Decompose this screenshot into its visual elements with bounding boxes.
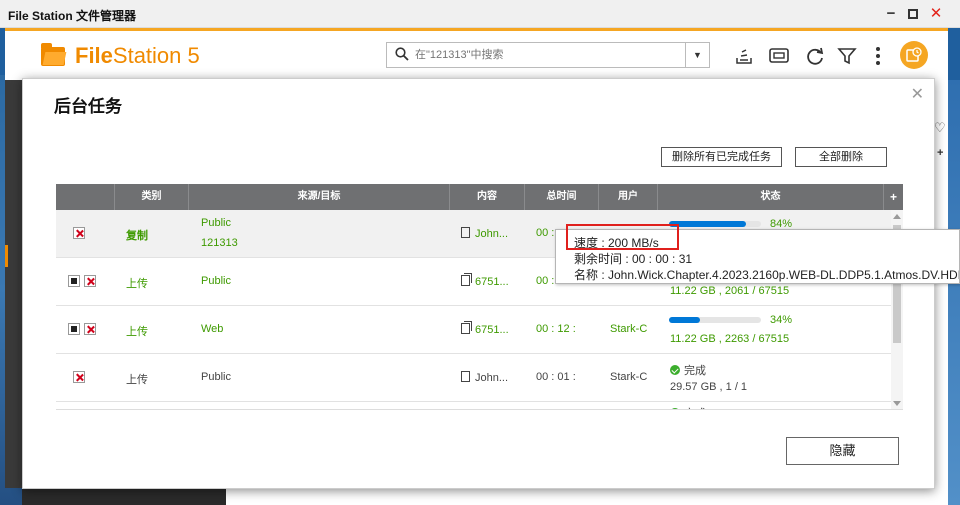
progress-bar [669,317,761,323]
files-icon [461,273,472,286]
task-time: 00 : [536,227,555,239]
tooltip-name: 名称 : John.Wick.Chapter.4.2023.2160p.WEB-… [574,268,959,282]
task-detail: 11.22 GB , 2263 / 67515 [670,333,790,345]
delete-completed-button[interactable]: 删除所有已完成任务 [661,147,782,167]
task-type: 上传 [126,326,148,338]
task-target: 121313 [201,237,238,249]
plus-icon: + [937,147,944,159]
task-content: John... [461,227,508,240]
window-title: File Station 文件管理器 [8,9,137,23]
maximize-button[interactable] [903,4,923,24]
user-avatar[interactable] [900,41,928,69]
check-circle-icon [670,408,680,409]
column-header-total-time[interactable]: 总时间 [525,184,599,210]
speed-highlight-box [566,224,679,250]
task-type: 上传 [126,374,148,386]
task-source: Web [201,323,224,335]
background-sidebar [22,488,226,505]
background-tasks-icon [906,47,922,62]
task-source: Public [201,275,231,287]
dialog-close-icon[interactable]: ✕ [911,84,924,104]
dialog-title: 后台任务 [54,97,122,116]
task-type: 上传 [126,278,148,290]
column-header-type[interactable]: 类别 [115,184,189,210]
minimize-button[interactable]: − [881,4,901,24]
check-circle-icon [670,365,680,375]
tasks-table: 类别 来源/目标 内容 总时间 用户 状态 + 复制 Public 121313… [56,184,903,410]
cancel-task-button[interactable] [73,371,85,383]
stop-task-button[interactable] [68,323,80,335]
table-row[interactable]: 上传 Web 6751... 00 : 12 : Stark-C 34% 11.… [56,306,891,354]
task-content: 6751... [461,273,509,288]
table-row[interactable]: 完成 [56,402,891,409]
folder-icon [41,42,65,66]
task-status: 完成 [670,405,706,409]
hide-button[interactable]: 隐藏 [786,437,899,465]
task-detail: 29.57 GB , 1 / 1 [670,381,748,393]
search-box[interactable]: ▼ [386,42,710,68]
window-titlebar: File Station 文件管理器 − ✕ [0,0,960,28]
heart-icon: ♡ [934,120,946,135]
background-right-strip [935,80,948,488]
search-input[interactable] [415,46,675,64]
task-source: Public [201,217,231,229]
search-icon [395,47,409,61]
column-header-user[interactable]: 用户 [599,184,658,210]
app-logo: FileStation 5 [41,42,200,70]
file-icon [461,227,470,238]
cancel-task-button[interactable] [73,227,85,239]
table-row[interactable]: 上传 Public John... 00 : 01 : Stark-C 完成 2… [56,354,891,402]
background-content [226,488,948,505]
desktop-background-right [948,80,960,505]
task-user: Stark-C [610,323,648,335]
column-settings-button[interactable]: + [884,184,903,210]
task-time: 00 : [536,275,555,287]
more-icon[interactable] [867,45,889,67]
stack-icon[interactable] [733,45,755,67]
scroll-down-arrow[interactable] [893,401,901,406]
task-user: Stark-C [610,371,648,383]
task-time: 00 : 01 : [536,371,576,383]
task-content: 6751... [461,321,509,336]
task-time: 00 : 12 : [536,323,576,335]
table-header: 类别 来源/目标 内容 总时间 用户 状态 + [56,184,903,210]
delete-all-button[interactable]: 全部删除 [795,147,887,167]
files-icon [461,321,472,334]
stop-task-button[interactable] [68,275,80,287]
progress-percent: 34% [770,314,793,326]
app-header: FileStation 5 ▼ [5,28,948,80]
progress-bar [669,221,761,227]
task-detail: 11.22 GB , 2061 / 67515 [670,285,790,297]
file-icon [461,371,470,382]
tooltip-remaining: 剩余时间 : 00 : 00 : 31 [574,252,693,266]
task-status: 完成 [670,362,706,378]
column-header-controls [56,184,115,210]
brand-rest: Station 5 [112,43,200,68]
task-type: 复制 [126,230,148,242]
cast-icon[interactable] [768,45,790,67]
search-dropdown-button[interactable]: ▼ [685,43,709,67]
task-content: John... [461,371,508,384]
cancel-task-button[interactable] [84,275,96,287]
column-header-source-target[interactable]: 来源/目标 [189,184,450,210]
scroll-up-arrow[interactable] [893,214,901,219]
close-button[interactable]: ✕ [926,4,946,24]
column-header-content[interactable]: 内容 [450,184,525,210]
brand-bold: File [75,43,113,68]
filter-icon[interactable] [836,45,858,67]
refresh-icon[interactable] [804,45,826,67]
background-left-panel [5,80,22,488]
column-header-status[interactable]: 状态 [658,184,884,210]
cancel-task-button[interactable] [84,323,96,335]
task-source: Public [201,371,231,383]
